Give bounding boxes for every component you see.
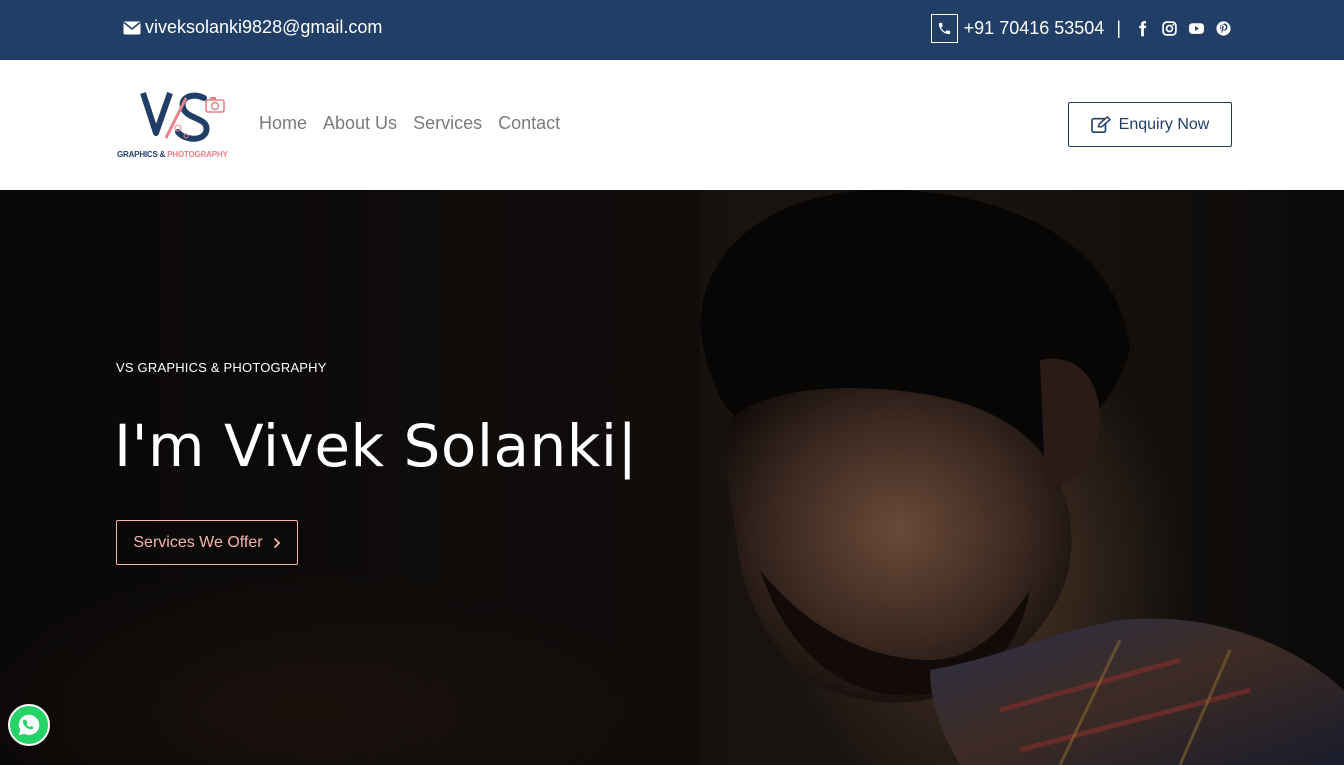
hero-title: I'm Vivek Solanki| [114, 412, 638, 480]
whatsapp-icon [18, 714, 40, 736]
nav-about-us[interactable]: About Us [323, 113, 397, 134]
nav-services[interactable]: Services [413, 113, 482, 134]
enquiry-now-button[interactable]: Enquiry Now [1068, 102, 1232, 147]
hero-section: VS GRAPHICS & PHOTOGRAPHY I'm Vivek Sola… [0, 190, 1344, 765]
whatsapp-chat-button[interactable] [8, 704, 50, 746]
pinterest-icon[interactable] [1214, 19, 1232, 37]
youtube-icon[interactable] [1187, 19, 1205, 37]
services-we-offer-button[interactable]: Services We Offer [116, 520, 298, 565]
phone-number[interactable]: +91 70416 53504 [964, 18, 1105, 39]
services-we-offer-label: Services We Offer [133, 533, 263, 551]
social-links [1133, 19, 1232, 37]
phone-icon [930, 13, 958, 43]
email-link[interactable]: viveksolanki9828@gmail.com [123, 17, 382, 38]
site-logo[interactable]: GRAPHICS & PHOTOGRAPHY [116, 88, 238, 164]
logo-text-graphics: GRAPHICS & [117, 150, 168, 159]
top-bar: viveksolanki9828@gmail.com +91 70416 535… [0, 0, 1344, 60]
instagram-icon[interactable] [1160, 19, 1178, 37]
nav-home[interactable]: Home [259, 113, 307, 134]
email-text: viveksolanki9828@gmail.com [145, 17, 383, 37]
main-nav: Home About Us Services Contact [259, 113, 560, 134]
enquiry-now-label: Enquiry Now [1118, 115, 1210, 133]
logo-text-photography: PHOTOGRAPHY [167, 150, 228, 159]
hero-tagline: VS GRAPHICS & PHOTOGRAPHY [116, 360, 327, 375]
divider: | [1116, 17, 1121, 38]
edit-icon [1090, 115, 1111, 133]
main-header: GRAPHICS & PHOTOGRAPHY Home About Us Ser… [0, 60, 1344, 190]
contact-social-group: +91 70416 53504 | [930, 13, 1232, 43]
chevron-right-icon [273, 537, 280, 548]
envelope-icon [123, 21, 141, 34]
nav-contact[interactable]: Contact [498, 113, 560, 134]
facebook-icon[interactable] [1133, 19, 1151, 37]
